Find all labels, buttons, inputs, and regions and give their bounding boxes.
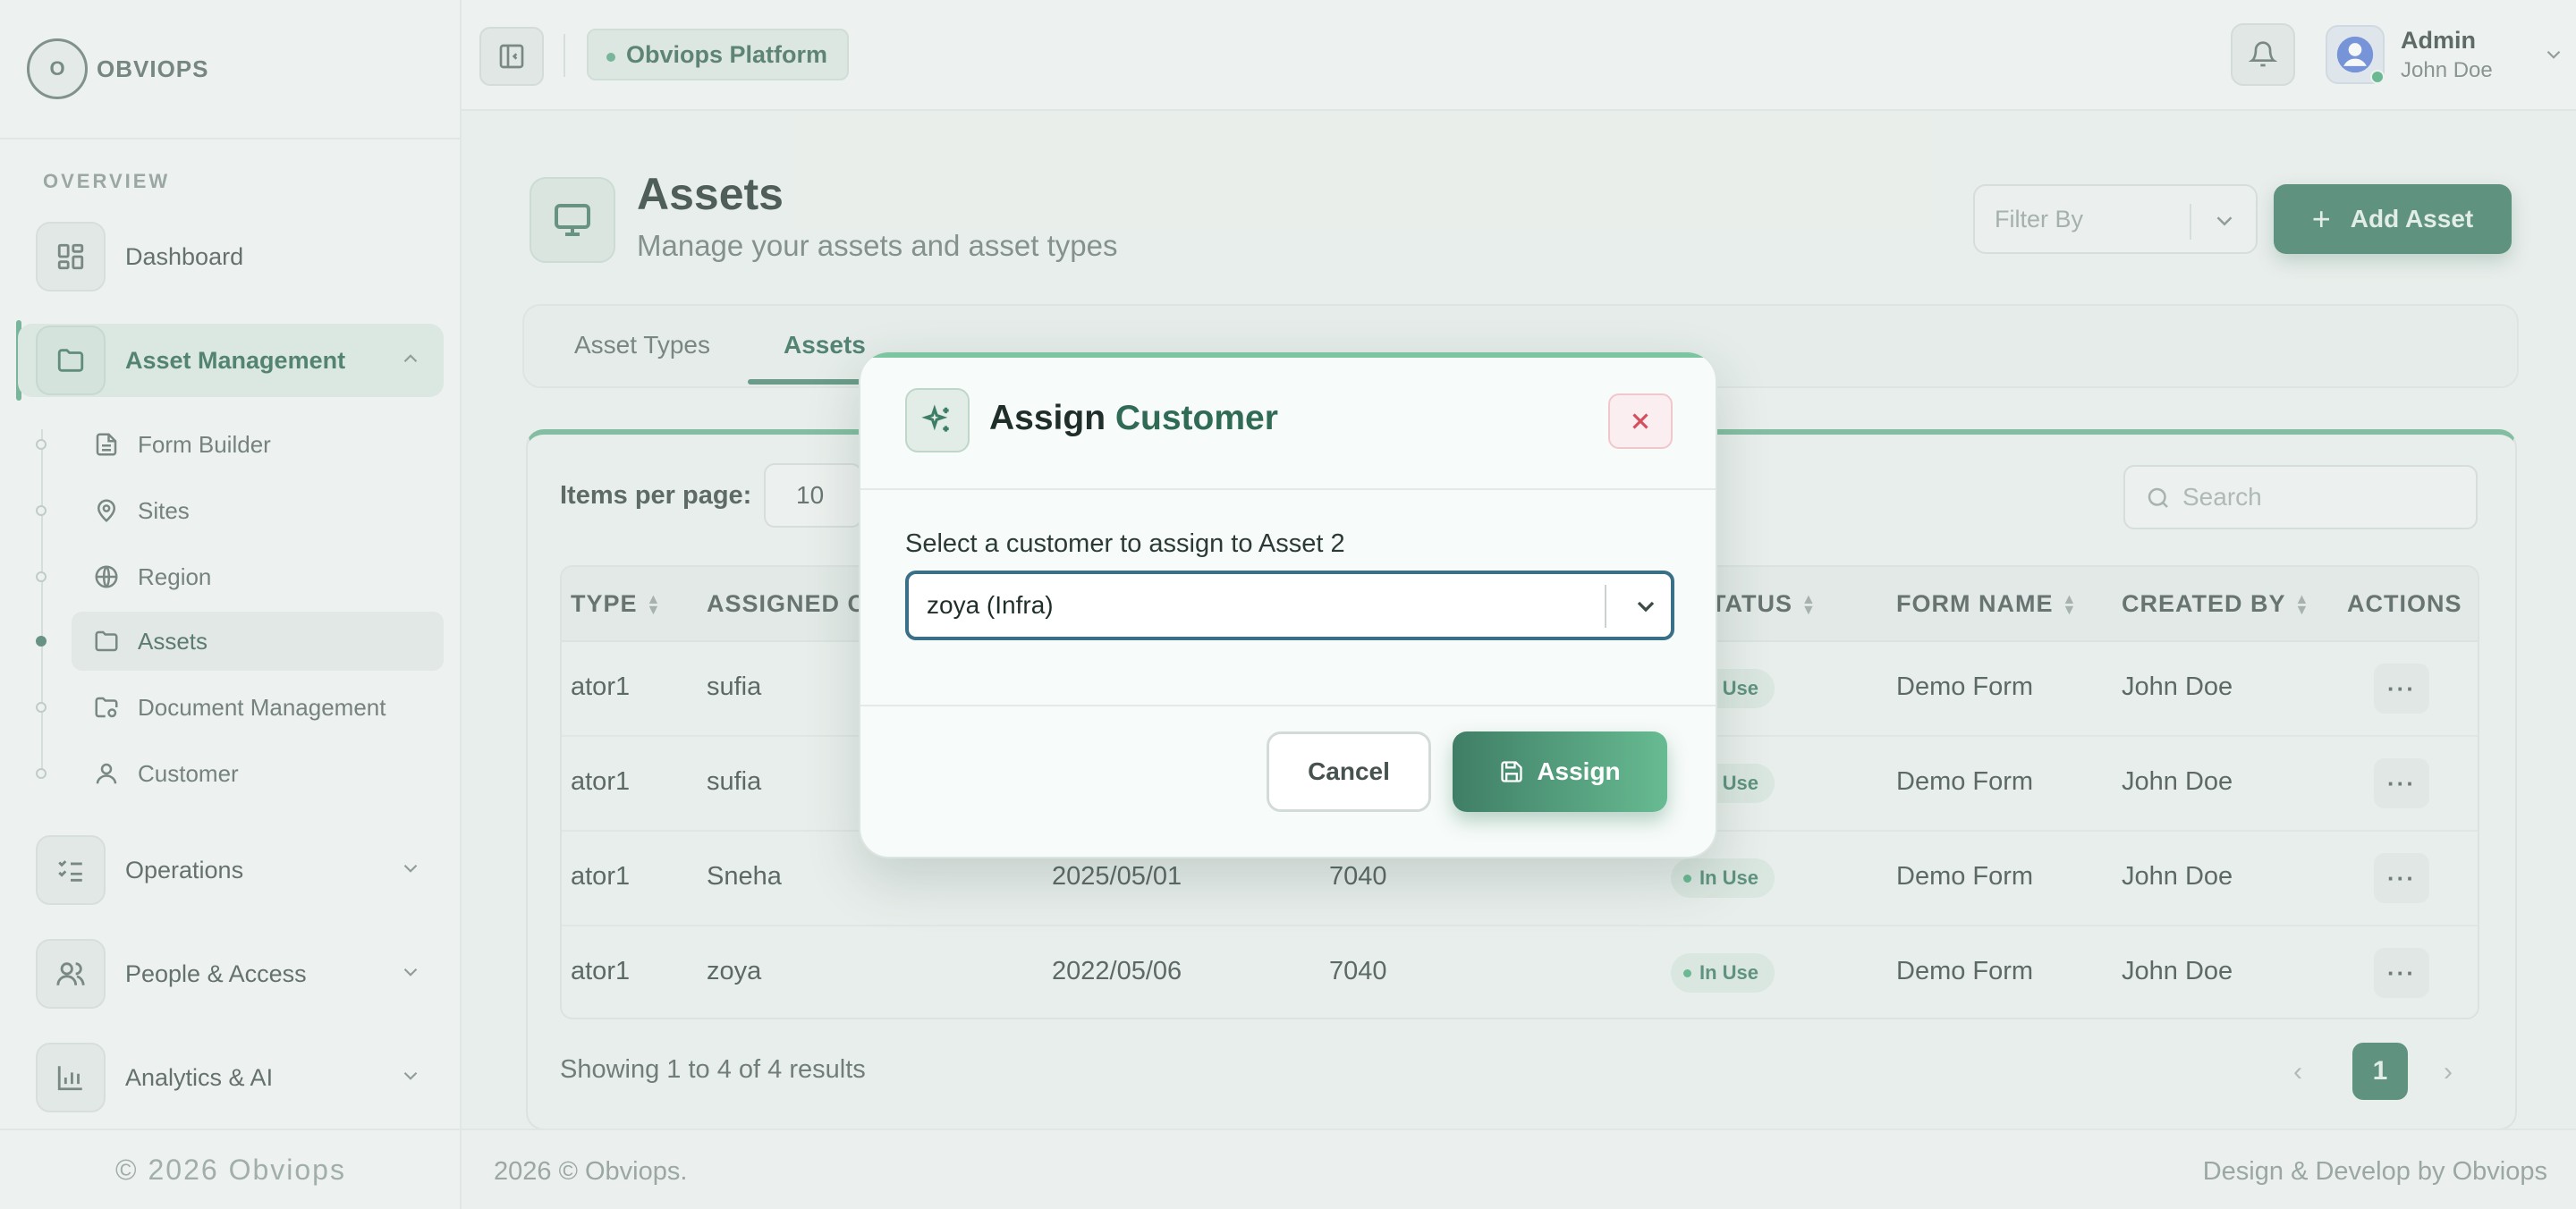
customer-select-value: zoya (Infra): [927, 591, 1054, 619]
close-icon: [1632, 413, 1648, 429]
modal-divider: [860, 705, 1716, 706]
modal-title-main: Assign: [989, 399, 1106, 437]
assign-button[interactable]: Assign: [1453, 731, 1667, 812]
save-icon: [1499, 759, 1524, 784]
chevron-down-icon[interactable]: [1631, 592, 1660, 627]
customer-select[interactable]: zoya (Infra): [905, 571, 1674, 640]
cancel-button[interactable]: Cancel: [1267, 731, 1431, 812]
sparkles-icon: [905, 388, 970, 452]
modal-divider: [860, 488, 1716, 490]
select-separator: [1605, 585, 1606, 628]
close-button[interactable]: [1608, 393, 1673, 449]
assign-customer-dialog: Assign Customer Select a customer to ass…: [859, 351, 1717, 858]
modal-accent-line: [860, 352, 1716, 358]
assign-button-label: Assign: [1537, 757, 1621, 785]
customer-select-label: Select a customer to assign to Asset 2: [905, 529, 1345, 558]
modal-title: Assign Customer: [989, 399, 1278, 438]
modal-title-accent: Customer: [1114, 399, 1278, 437]
